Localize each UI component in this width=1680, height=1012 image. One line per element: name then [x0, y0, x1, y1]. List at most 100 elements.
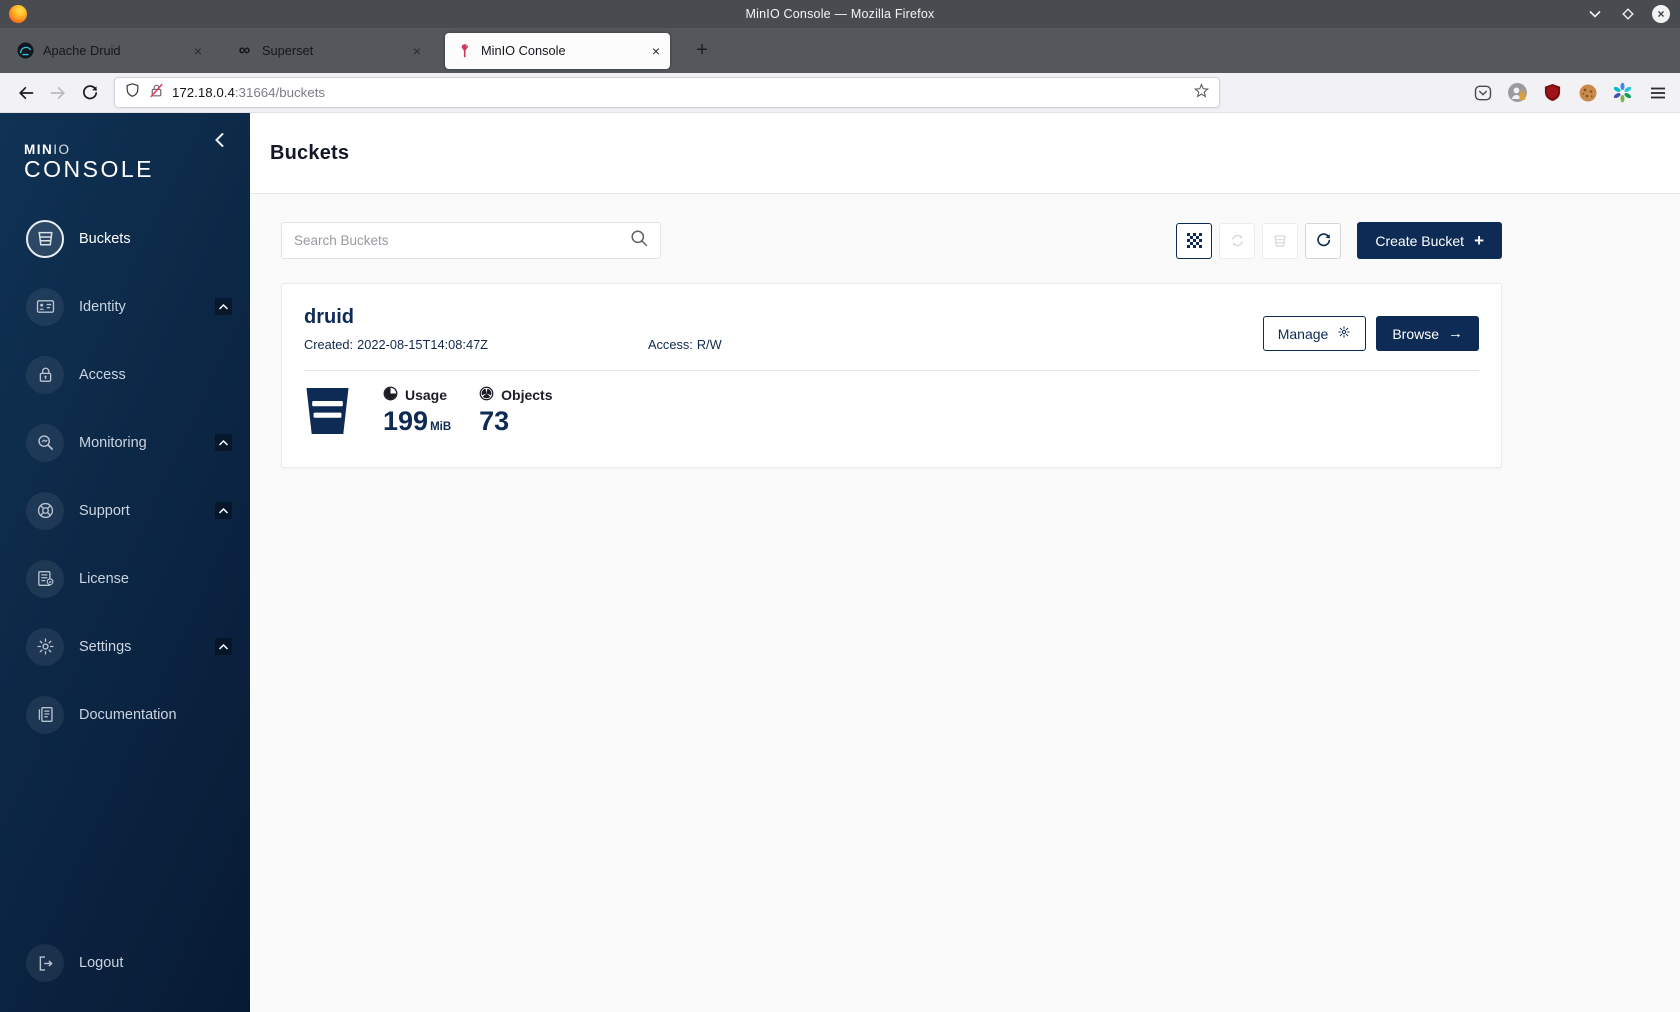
sidebar-item-monitoring[interactable]: Monitoring — [0, 420, 250, 466]
minio-console-logo: MINIO CONSOLE — [0, 113, 250, 182]
sidebar-item-identity[interactable]: Identity — [0, 284, 250, 330]
bucket-access: Access: R/W — [648, 337, 722, 352]
buckets-icon — [26, 219, 64, 258]
tracking-shield-icon[interactable] — [124, 82, 141, 104]
sidebar-item-label: Access — [79, 366, 126, 383]
browser-toolbar: 172.18.0.4:31664/buckets — [0, 73, 1680, 113]
url-path: :31664/buckets — [234, 85, 326, 100]
manage-label: Manage — [1277, 325, 1329, 342]
support-icon — [26, 491, 64, 530]
tab-label: Apache Druid — [43, 43, 121, 58]
tab-superset[interactable]: ∞ Superset × — [226, 33, 431, 69]
bucket-large-icon — [304, 386, 351, 441]
window-close-icon[interactable]: × — [1652, 5, 1670, 23]
pocket-icon[interactable] — [1472, 82, 1493, 103]
sidebar-item-label: License — [79, 570, 129, 587]
minio-console-app: MINIO CONSOLE Buckets Identity Access Mo… — [0, 113, 1680, 1012]
create-bucket-button[interactable]: Create Bucket + — [1357, 222, 1502, 259]
usage-stat: Usage 199 MiB — [383, 386, 451, 435]
brand-console: CONSOLE — [24, 155, 154, 182]
bucket-title-block: druid Created: 2022-08-15T14:08:47Z Acces… — [304, 306, 1263, 352]
container-pinwheel-icon[interactable] — [1612, 82, 1633, 103]
tab-minio-console[interactable]: MinIO Console × — [445, 32, 670, 69]
objects-stat: Objects 73 — [479, 386, 553, 435]
bookmark-star-icon[interactable] — [1193, 82, 1210, 104]
page-header: Buckets — [250, 113, 1680, 194]
buckets-content: Create Bucket + druid Created:2022-08-15… — [250, 194, 1680, 468]
usage-label-row: Usage — [383, 386, 451, 404]
sidebar-item-label: Buckets — [79, 230, 131, 247]
sidebar-collapse-icon[interactable] — [210, 129, 228, 151]
tab-label: Superset — [262, 43, 314, 58]
sidebar-item-license[interactable]: License — [0, 556, 250, 602]
search-buckets-input[interactable] — [294, 233, 630, 248]
chevron-up-icon[interactable] — [215, 434, 232, 452]
documentation-icon — [26, 695, 64, 734]
bucket-actions: Create Bucket + — [1176, 222, 1502, 259]
plus-icon: + — [1474, 231, 1484, 250]
new-tab-button[interactable]: + — [688, 39, 716, 62]
usage-pie-icon — [383, 386, 398, 404]
search-icon — [630, 229, 648, 252]
card-divider — [304, 370, 1479, 371]
url-bar[interactable]: 172.18.0.4:31664/buckets — [114, 77, 1220, 108]
bucket-card-header: druid Created: 2022-08-15T14:08:47Z Acces… — [304, 306, 1479, 352]
usage-unit: MiB — [430, 420, 452, 433]
privacy-extension-icon[interactable] — [1507, 82, 1528, 103]
tab-close-icon[interactable]: × — [652, 43, 660, 59]
sidebar-item-logout[interactable]: Logout — [0, 940, 250, 986]
manage-gear-icon — [1337, 325, 1351, 342]
tab-close-icon[interactable]: × — [413, 43, 421, 59]
bucket-name: druid — [304, 306, 354, 328]
sidebar-item-access[interactable]: Access — [0, 352, 250, 398]
manage-bucket-button[interactable]: Manage — [1262, 316, 1367, 351]
chevron-up-icon[interactable] — [215, 298, 232, 316]
sidebar-item-settings[interactable]: Settings — [0, 624, 250, 670]
sidebar-item-support[interactable]: Support — [0, 488, 250, 534]
delete-buckets-button — [1262, 222, 1299, 259]
main-panel: Buckets Search Buckets Create Bucket + d… — [250, 113, 1680, 1012]
tab-strip: Apache Druid × ∞ Superset × MinIO Consol… — [0, 28, 1680, 73]
cookie-extension-icon[interactable] — [1577, 82, 1598, 103]
objects-value: 73 — [479, 406, 510, 436]
objects-value-row: 73 — [479, 408, 552, 435]
druid-favicon-icon — [17, 42, 34, 59]
gear-icon — [26, 627, 64, 666]
browse-bucket-button[interactable]: Browse → — [1376, 316, 1479, 351]
create-bucket-label: Create Bucket — [1375, 232, 1465, 249]
refresh-button[interactable] — [1305, 222, 1342, 259]
sync-arrows-icon — [1231, 234, 1243, 247]
ublock-icon[interactable] — [1542, 82, 1563, 103]
sidebar-item-documentation[interactable]: Documentation — [0, 692, 250, 738]
minio-favicon-icon — [455, 42, 472, 59]
chevron-up-icon[interactable] — [215, 638, 232, 656]
bucket-card-druid[interactable]: druid Created: 2022-08-15T14:08:47Z Acces… — [281, 283, 1502, 468]
logout-label: Logout — [79, 955, 124, 971]
monitoring-icon — [26, 423, 64, 462]
reload-button[interactable] — [74, 77, 106, 109]
bucket-created: Created: 2022-08-15T14:08:47Z — [304, 337, 488, 352]
identity-icon — [26, 287, 64, 326]
sidebar-item-label: Settings — [79, 638, 132, 655]
tab-label: MinIO Console — [481, 43, 566, 58]
tab-apache-druid[interactable]: Apache Druid × — [7, 33, 212, 69]
back-button[interactable] — [10, 77, 42, 109]
url-text[interactable]: 172.18.0.4:31664/buckets — [172, 85, 1193, 100]
sidebar-item-buckets[interactable]: Buckets — [0, 216, 250, 262]
window-minimize-icon[interactable] — [1586, 5, 1604, 23]
tab-close-icon[interactable]: × — [194, 43, 202, 59]
chevron-up-icon[interactable] — [215, 502, 232, 520]
toolbar-extensions — [1472, 82, 1670, 103]
search-buckets-box[interactable] — [281, 222, 661, 259]
sidebar-item-label: Support — [79, 502, 130, 519]
forward-button[interactable] — [42, 77, 74, 109]
usage-value: 199 — [383, 406, 429, 436]
window-maximize-icon[interactable] — [1619, 5, 1637, 23]
license-icon — [26, 559, 64, 598]
sidebar-item-label: Identity — [79, 298, 126, 315]
objects-label: Objects — [501, 387, 553, 403]
grid-view-button[interactable] — [1176, 222, 1213, 259]
menu-hamburger-icon[interactable] — [1647, 82, 1668, 103]
insecure-lock-icon[interactable] — [148, 82, 165, 104]
bucket-small-icon — [1274, 234, 1287, 247]
